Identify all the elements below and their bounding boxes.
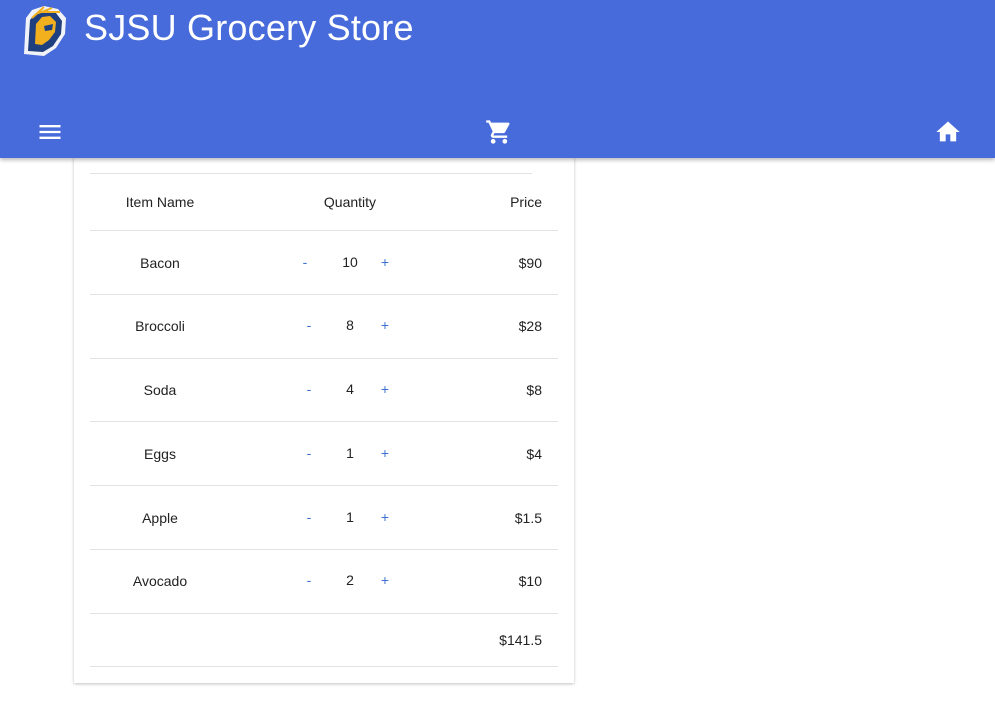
increment-button[interactable]: + bbox=[378, 317, 392, 333]
quantity-stepper: - 4 + bbox=[290, 381, 410, 401]
item-price: $90 bbox=[518, 255, 542, 271]
table-row: Eggs - 1 + $4 bbox=[90, 422, 558, 486]
item-name: Broccoli bbox=[135, 318, 185, 334]
quantity-stepper: - 10 + bbox=[290, 254, 410, 274]
increment-button[interactable]: + bbox=[378, 254, 392, 270]
quantity-value: 4 bbox=[346, 381, 354, 397]
increment-button[interactable]: + bbox=[378, 509, 392, 525]
quantity-stepper: - 1 + bbox=[290, 445, 410, 465]
table-row: Soda - 4 + $8 bbox=[90, 359, 558, 422]
page-title: SJSU Grocery Store bbox=[84, 7, 414, 48]
decrement-button[interactable]: - bbox=[302, 572, 316, 588]
cart-card: Item Name Quantity Price Bacon - 10 + $9… bbox=[74, 140, 574, 683]
menu-icon[interactable] bbox=[36, 118, 64, 146]
home-icon[interactable] bbox=[934, 118, 962, 146]
quantity-stepper: - 8 + bbox=[290, 317, 410, 337]
item-name: Avocado bbox=[132, 573, 188, 589]
quantity-value: 2 bbox=[346, 572, 354, 588]
item-price: $4 bbox=[526, 446, 542, 462]
item-name: Apple bbox=[142, 510, 178, 526]
total-row: $141.5 bbox=[90, 614, 558, 667]
spartan-logo-icon bbox=[24, 6, 66, 56]
item-price: $8 bbox=[526, 382, 542, 398]
item-name: Soda bbox=[143, 382, 177, 398]
decrement-button[interactable]: - bbox=[302, 509, 316, 525]
cart-icon[interactable] bbox=[485, 118, 513, 146]
column-header-price: Price bbox=[510, 194, 542, 210]
quantity-stepper: - 2 + bbox=[290, 572, 410, 592]
column-header-quantity: Quantity bbox=[323, 194, 377, 210]
table-row: Bacon - 10 + $90 bbox=[90, 231, 558, 295]
table-row: Apple - 1 + $1.5 bbox=[90, 486, 558, 550]
app-bar: SJSU Grocery Store bbox=[0, 0, 995, 158]
table-header-row: Item Name Quantity Price bbox=[90, 174, 558, 231]
quantity-value: 8 bbox=[346, 317, 354, 333]
quantity-stepper: - 1 + bbox=[290, 509, 410, 529]
decrement-button[interactable]: - bbox=[298, 254, 312, 270]
quantity-value: 10 bbox=[342, 254, 358, 270]
item-price: $10 bbox=[518, 573, 542, 589]
decrement-button[interactable]: - bbox=[302, 445, 316, 461]
cart-total: $141.5 bbox=[499, 632, 542, 648]
quantity-value: 1 bbox=[346, 509, 354, 525]
decrement-button[interactable]: - bbox=[302, 317, 316, 333]
item-name: Eggs bbox=[144, 446, 176, 462]
increment-button[interactable]: + bbox=[378, 381, 392, 397]
column-header-item-name: Item Name bbox=[125, 194, 195, 210]
item-name: Bacon bbox=[140, 255, 180, 271]
item-price: $1.5 bbox=[514, 510, 542, 526]
increment-button[interactable]: + bbox=[378, 572, 392, 588]
table-row: Avocado - 2 + $10 bbox=[90, 550, 558, 614]
decrement-button[interactable]: - bbox=[302, 381, 316, 397]
increment-button[interactable]: + bbox=[378, 445, 392, 461]
quantity-value: 1 bbox=[346, 445, 354, 461]
table-row: Broccoli - 8 + $28 bbox=[90, 295, 558, 359]
item-price: $28 bbox=[518, 318, 542, 334]
